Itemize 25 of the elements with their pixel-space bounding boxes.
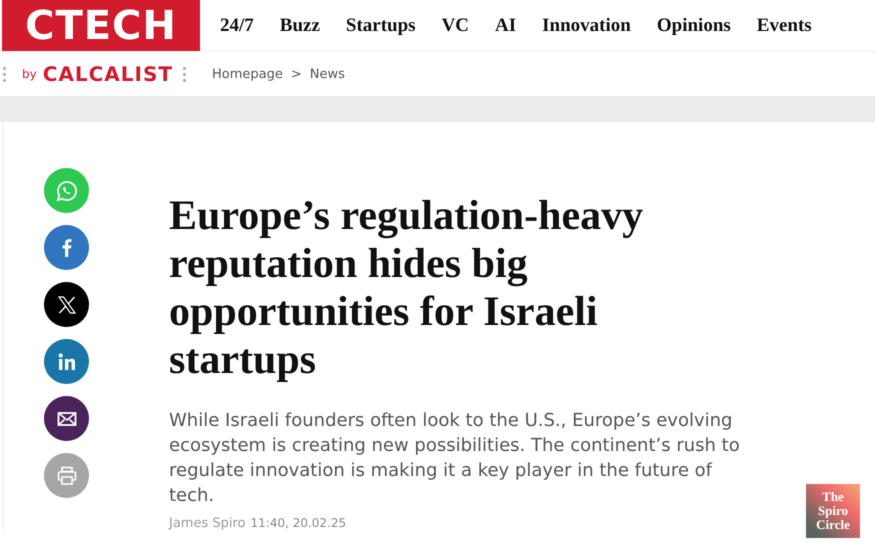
breadcrumb-separator: > — [290, 66, 302, 82]
site-logo[interactable]: CTECH — [2, 0, 200, 51]
breadcrumb-link[interactable]: Homepage — [212, 66, 283, 82]
share-button[interactable] — [44, 282, 89, 327]
nav-link[interactable]: Startups — [332, 14, 429, 36]
share-button[interactable] — [44, 396, 89, 441]
promo-badge[interactable]: The Spiro Circle — [806, 484, 860, 538]
dots-icon — [183, 66, 186, 82]
breadcrumb-link[interactable]: News — [310, 66, 345, 82]
nav-link[interactable]: Buzz — [266, 14, 333, 36]
chat-bubble-icon — [54, 178, 78, 202]
article-summary: While Israeli founders often look to the U.S., Europe’s evolving ecosystem is creating new possibilities. The continent’s rush to regulate innovation is making it a key player in the future of tech. — [169, 409, 741, 508]
printer-icon — [54, 464, 78, 488]
brand-logo[interactable]: CALCALIST — [42, 62, 174, 86]
nav-link[interactable]: Innovation — [529, 14, 644, 36]
nav-link[interactable]: Events — [744, 14, 825, 36]
nav-link[interactable]: VC — [428, 14, 482, 36]
nav-link[interactable]: AI — [482, 14, 530, 36]
nav-link[interactable]: Opinions — [644, 14, 744, 36]
publish-date: 11:40, 20.02.25 — [250, 516, 346, 530]
article-title: Europe’s regulation-heavy reputation hides big opportunities for Israeli startups — [169, 192, 644, 384]
dots-icon — [3, 66, 6, 82]
facebook-icon — [62, 238, 72, 256]
nav-link[interactable]: 24/7 — [220, 14, 267, 36]
brand-prefix: by — [22, 67, 37, 81]
